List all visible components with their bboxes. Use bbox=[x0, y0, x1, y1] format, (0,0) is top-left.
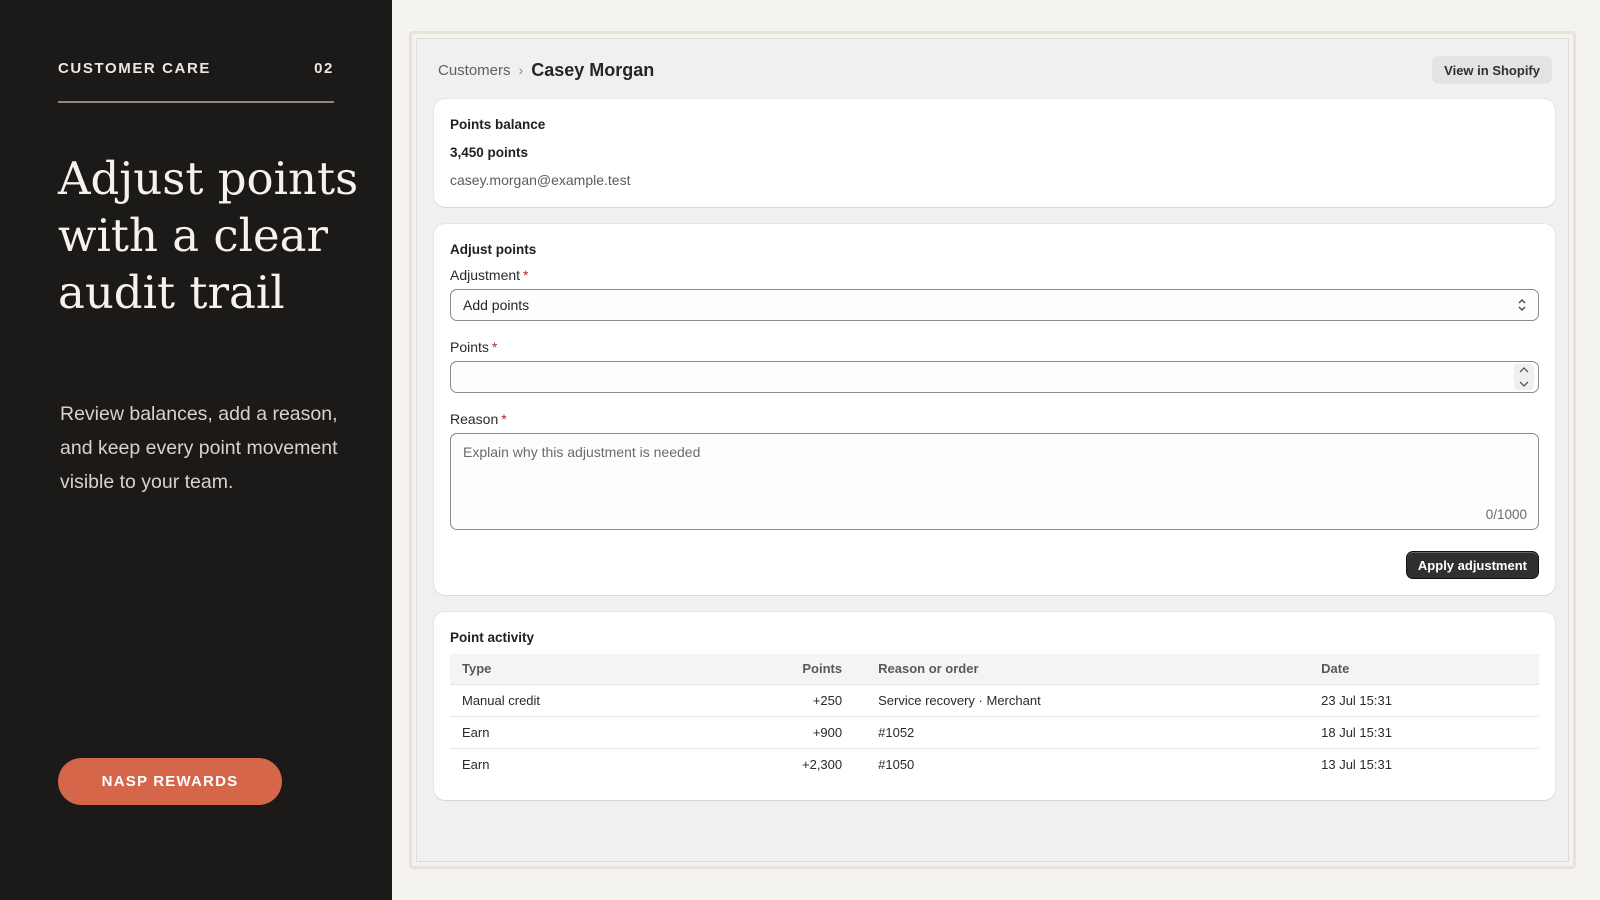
adjust-points-card: Adjust points Adjustment * Add points Poi… bbox=[434, 224, 1555, 595]
required-mark: * bbox=[491, 339, 498, 355]
cell-points: +250 bbox=[790, 684, 855, 717]
points-balance-value: 3,450 points bbox=[450, 145, 529, 160]
number-stepper[interactable] bbox=[1514, 364, 1534, 390]
apply-adjustment-button[interactable]: Apply adjustment bbox=[1405, 551, 1539, 579]
label-text: Points bbox=[450, 339, 489, 355]
cell-date: 23 Jul 15:31 bbox=[1309, 684, 1539, 717]
activity-table: Type Points Reason or order Date Manual … bbox=[450, 654, 1539, 780]
cell-date: 13 Jul 15:31 bbox=[1321, 756, 1392, 772]
app-frame: Customers › Casey Morgan View in Shopify… bbox=[409, 31, 1576, 869]
select-chevron-icon bbox=[1518, 299, 1526, 311]
label-text: Reason bbox=[450, 411, 499, 427]
column-header-date: Date bbox=[1309, 654, 1539, 685]
cell-date: 18 Jul 15:31 bbox=[1309, 716, 1539, 749]
intro-panel: CUSTOMER CARE 02 Adjust points with a cl… bbox=[0, 0, 392, 900]
view-in-shopify-button[interactable]: View in Shopify bbox=[1432, 56, 1552, 84]
table-row: Earn +900 #1052 18 Jul 15:31 bbox=[450, 716, 1539, 749]
table-row: Manual credit +250 Service recovery · Me… bbox=[450, 684, 1539, 717]
points-label: Points * bbox=[450, 339, 1539, 355]
description: Review balances, add a reason, and keep … bbox=[60, 403, 338, 493]
section-number: 02 bbox=[314, 60, 334, 77]
points-input[interactable] bbox=[450, 361, 1539, 393]
cell-type: Earn bbox=[450, 716, 790, 749]
cell-points: +2,300 bbox=[802, 756, 843, 772]
required-mark: * bbox=[501, 411, 507, 427]
label-text: Adjustment bbox=[450, 267, 521, 283]
cell-points: +900 bbox=[790, 716, 855, 749]
column-header-reason: Reason or order bbox=[854, 654, 1310, 685]
reason-textarea[interactable]: Explain why this adjustment is needed 0/… bbox=[450, 433, 1539, 530]
adjustment-label: Adjustment * bbox=[450, 267, 1539, 283]
card-title: Points balance bbox=[450, 117, 546, 132]
cell-type: Earn bbox=[462, 756, 490, 772]
column-header-points: Points bbox=[790, 654, 855, 685]
divider bbox=[58, 101, 334, 103]
required-mark: * bbox=[523, 267, 529, 283]
chevron-right-icon: › bbox=[518, 62, 524, 78]
customer-email: casey.morgan@example.test bbox=[450, 172, 631, 188]
point-activity-card: Point activity Type Points Reason or ord… bbox=[434, 612, 1555, 800]
brand-pill-button[interactable]: NASP REWARDS bbox=[58, 758, 282, 805]
character-counter: 0/1000 bbox=[1485, 507, 1527, 522]
section-label: CUSTOMER CARE bbox=[58, 60, 212, 77]
section-eyebrow: CUSTOMER CARE 02 bbox=[58, 60, 334, 77]
card-title: Adjust points bbox=[450, 242, 537, 257]
reason-label: Reason * bbox=[450, 411, 1539, 427]
column-header-type: Type bbox=[450, 654, 790, 685]
table-row: Earn +2,300 #1050 13 Jul 15:31 bbox=[450, 748, 1539, 780]
points-balance-card: Points balance 3,450 points casey.morgan… bbox=[434, 99, 1555, 207]
cell-reason: #1052 bbox=[854, 716, 1310, 749]
chevron-up-icon[interactable] bbox=[1514, 364, 1534, 377]
adjustment-select-value: Add points bbox=[463, 297, 530, 313]
table-header-row: Type Points Reason or order Date bbox=[450, 654, 1539, 685]
cell-reason: #1050 bbox=[878, 756, 915, 772]
page-title: Casey Morgan bbox=[531, 59, 655, 80]
page-header: Customers › Casey Morgan View in Shopify bbox=[438, 55, 1552, 85]
cell-type: Manual credit bbox=[450, 684, 790, 717]
app-window: Customers › Casey Morgan View in Shopify… bbox=[416, 38, 1569, 862]
adjustment-select[interactable]: Add points bbox=[450, 289, 1539, 321]
card-title: Point activity bbox=[450, 630, 535, 645]
breadcrumb-customers-link[interactable]: Customers bbox=[438, 62, 511, 79]
headline: Adjust points with a clear audit trail bbox=[58, 152, 359, 319]
reason-placeholder: Explain why this adjustment is needed bbox=[463, 444, 701, 460]
cell-reason: Service recovery · Merchant bbox=[854, 684, 1310, 717]
chevron-down-icon[interactable] bbox=[1514, 377, 1534, 390]
